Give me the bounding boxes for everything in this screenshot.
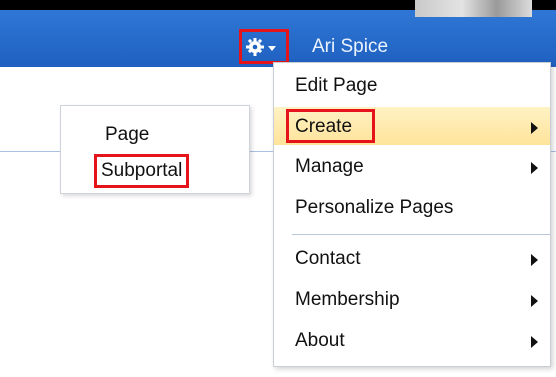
- submenu-arrow-icon: [531, 336, 538, 348]
- menu-item-label: Create: [295, 116, 353, 137]
- menu-item-manage[interactable]: Manage: [274, 147, 550, 185]
- create-submenu: Page Subportal: [60, 105, 250, 194]
- gear-menu-button[interactable]: [239, 29, 289, 64]
- user-name[interactable]: Ari Spice: [312, 35, 388, 59]
- submenu-item-page[interactable]: Page: [105, 124, 149, 146]
- menu-item-personalize-pages[interactable]: Personalize Pages: [274, 188, 550, 226]
- submenu-arrow-icon: [531, 162, 538, 174]
- gear-dropdown-menu: Edit Page Create Manage Personalize Page…: [273, 62, 551, 367]
- menu-item-label: Personalize Pages: [295, 197, 454, 218]
- menu-item-create[interactable]: Create: [274, 107, 550, 145]
- menu-item-label: Contact: [295, 248, 361, 269]
- gear-icon: [246, 37, 276, 56]
- menu-item-contact[interactable]: Contact: [274, 239, 550, 277]
- submenu-arrow-icon: [531, 122, 538, 134]
- menu-separator: [292, 234, 550, 235]
- menu-item-label: Membership: [295, 289, 400, 310]
- menu-item-label: Manage: [295, 156, 364, 177]
- menu-item-label: About: [295, 330, 345, 351]
- submenu-item-subportal[interactable]: Subportal: [94, 154, 190, 188]
- menu-item-membership[interactable]: Membership: [274, 280, 550, 318]
- user-avatar[interactable]: [415, 0, 532, 17]
- menu-item-edit-page[interactable]: Edit Page: [274, 66, 550, 104]
- submenu-arrow-icon: [531, 254, 538, 266]
- menu-item-label: Edit Page: [295, 75, 378, 96]
- menu-item-about[interactable]: About: [274, 321, 550, 359]
- submenu-arrow-icon: [531, 295, 538, 307]
- chevron-down-icon: [268, 45, 276, 51]
